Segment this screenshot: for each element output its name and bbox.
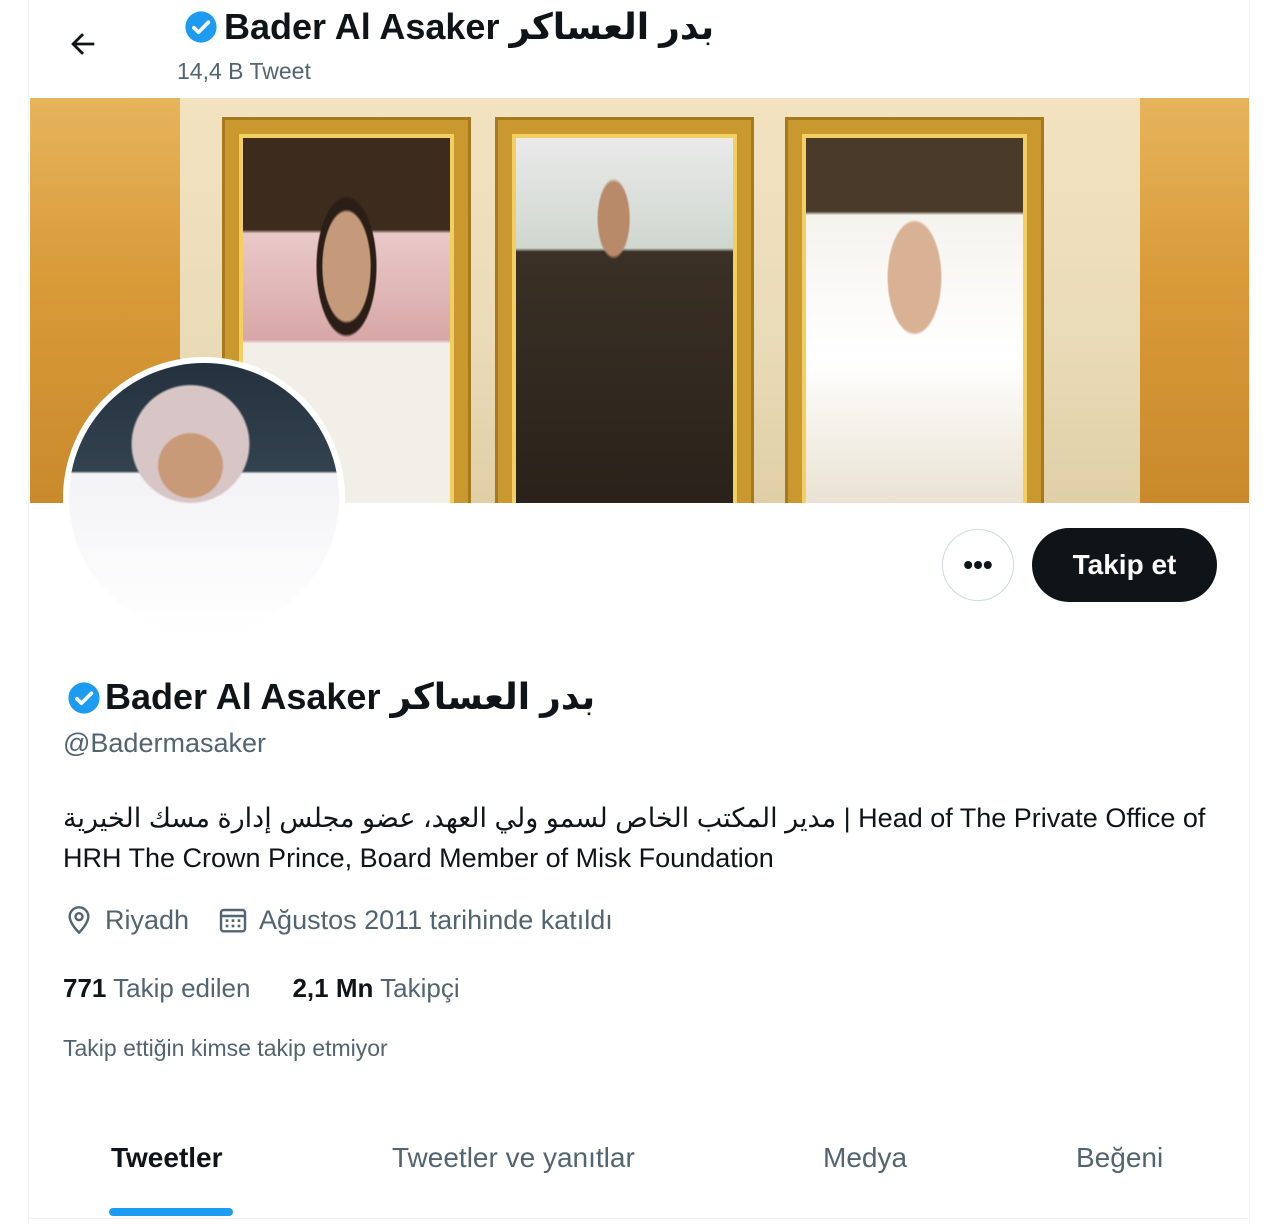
avatar-image [69, 363, 339, 633]
banner-portrait-center [498, 120, 751, 503]
back-arrow-icon [71, 33, 95, 55]
active-tab-indicator [109, 1208, 233, 1216]
tabs-divider [29, 1218, 1249, 1219]
following-count: 771 [63, 973, 107, 1003]
header-name: Bader Al Asaker بدر العساكر [224, 6, 715, 47]
tab-likes[interactable]: Beğeni [1076, 1142, 1163, 1174]
following-link[interactable]: 771 Takip edilen [63, 973, 250, 1004]
profile-bio: مدير المكتب الخاص لسمو ولي العهد، عضو مج… [63, 803, 1206, 873]
profile-handle: @Badermasaker [63, 728, 266, 758]
joined-item: Ağustos 2011 tarihinde katıldı [217, 904, 613, 936]
avatar[interactable] [63, 357, 345, 639]
followers-count: 2,1 Mn [292, 973, 374, 1003]
profile-name-text: Bader Al Asaker بدر العساكر [105, 676, 596, 717]
header-tweet-count: 14,4 B Tweet [177, 58, 311, 84]
location-text: Riyadh [105, 904, 190, 935]
verified-badge-icon [67, 680, 101, 714]
tab-tweets-and-replies[interactable]: Tweetler ve yanıtlar [392, 1142, 635, 1174]
banner-portrait-right [788, 120, 1041, 503]
following-label: Takip edilen [113, 973, 251, 1003]
joined-text: Ağustos 2011 tarihinde katıldı [259, 904, 613, 935]
followers-link[interactable]: 2,1 Mn Takipçi [292, 973, 459, 1004]
more-icon: ••• [963, 549, 993, 580]
tab-tweets[interactable]: Tweetler [111, 1142, 223, 1174]
header-title: Bader Al Asaker بدر العساكر [184, 6, 714, 48]
profile-meta: Riyadh Ağustos 2011 tarihinde katıldı [63, 904, 613, 936]
location-item: Riyadh [63, 904, 189, 936]
calendar-icon [219, 908, 247, 933]
verified-badge-icon [184, 10, 218, 44]
followers-label: Takipçi [380, 973, 460, 1003]
follow-button[interactable]: Takip et [1032, 528, 1217, 602]
tab-media[interactable]: Medya [823, 1142, 907, 1174]
follow-stats: 771 Takip edilen 2,1 Mn Takipçi [63, 973, 460, 1004]
more-button[interactable]: ••• [942, 529, 1014, 601]
location-pin-icon [68, 906, 90, 935]
back-button[interactable] [59, 20, 107, 68]
profile-column: Bader Al Asaker بدر العساكر 14,4 B Tweet… [28, 0, 1250, 1224]
mutual-followers-note: Takip ettiğin kimse takip etmiyor [63, 1035, 388, 1061]
profile-display-name: Bader Al Asaker بدر العساكر [67, 676, 595, 718]
